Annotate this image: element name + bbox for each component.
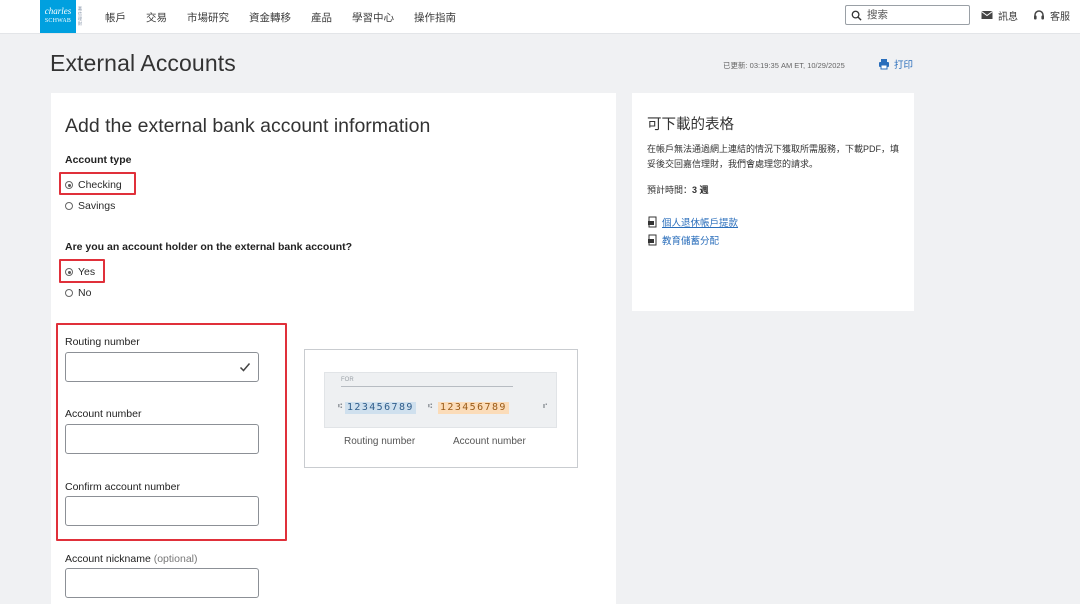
account-nickname-field[interactable] [65, 568, 259, 598]
nav-item-guide[interactable]: 操作指南 [414, 10, 456, 25]
micr-account-digits: 123456789 [438, 402, 509, 414]
account-type-label: Account type [65, 154, 132, 166]
support-label: 客服 [1050, 11, 1070, 23]
account-holder-question: Are you an account holder on the externa… [65, 241, 353, 253]
estimated-time-value: 3 週 [692, 185, 709, 195]
estimated-time: 預計時間：3 週 [647, 183, 709, 196]
check-memo-label: FOR [341, 377, 354, 383]
confirm-account-number-label: Confirm account number [65, 481, 180, 493]
nickname-label-text: Account nickname [65, 553, 151, 565]
account-number-input[interactable] [66, 425, 258, 453]
micr-transit-symbol: ⑆ [428, 402, 433, 410]
radio-checking-label: Checking [78, 179, 122, 191]
account-nickname-label: Account nickname (optional) [65, 553, 198, 565]
add-external-account-form: Add the external bank account informatio… [51, 93, 616, 604]
nav-item-trade[interactable]: 交易 [146, 10, 167, 25]
radio-selected-indicator [65, 268, 73, 276]
confirm-account-number-field[interactable] [65, 496, 259, 526]
radio-savings-label: Savings [78, 200, 116, 212]
micr-routing-digits: 123456789 [345, 402, 416, 414]
print-label: 打印 [894, 60, 914, 71]
envelope-icon [981, 11, 993, 19]
routing-number-input[interactable] [66, 353, 258, 381]
last-updated-timestamp: 已更新: 03:19:35 AM ET, 10/29/2025 [723, 61, 845, 70]
radio-savings[interactable]: Savings [65, 200, 115, 212]
micr-onus-symbol: ⑈ [543, 402, 548, 410]
routing-number-label: Routing number [65, 336, 140, 348]
top-navigation: charles SCHWAB 嘉信理財 帳戶 交易 市場研究 資金轉移 產品 學… [0, 0, 1080, 34]
headset-icon [1034, 10, 1044, 20]
routing-number-caption: Routing number [344, 436, 416, 447]
check-illustration: FOR ⑆ 123456789 ⑆ 123456789 ⑈ Routing nu… [304, 349, 578, 468]
optional-hint: (optional) [153, 553, 198, 565]
logo-tagline: 嘉信理財 [78, 6, 82, 26]
radio-no[interactable]: No [65, 287, 91, 299]
nav-item-learning[interactable]: 學習中心 [352, 10, 394, 25]
radio-yes-label: Yes [78, 266, 96, 278]
page-title: External Accounts [50, 50, 236, 76]
radio-no-label: No [78, 287, 92, 299]
search-icon [851, 10, 862, 21]
print-button[interactable]: 打印 [878, 57, 913, 71]
radio-selected-indicator [65, 181, 73, 189]
education-savings-form-link[interactable]: 教育儲蓄分配 [647, 233, 719, 247]
nav-item-products[interactable]: 產品 [311, 10, 332, 25]
nav-item-transfers[interactable]: 資金轉移 [249, 10, 291, 25]
search-input[interactable] [867, 9, 962, 21]
schwab-logo[interactable]: charles SCHWAB [40, 0, 76, 33]
account-number-field[interactable] [65, 424, 259, 454]
check-memo-line [341, 386, 513, 387]
ira-withdrawal-form-label: 個人退休帳戶提款 [662, 218, 739, 229]
messages-link[interactable]: 訊息 [981, 0, 1018, 30]
checkmark-icon [239, 363, 251, 372]
messages-label: 訊息 [998, 11, 1018, 23]
radio-unselected-indicator [65, 202, 73, 210]
radio-yes[interactable]: Yes [65, 266, 95, 278]
account-nickname-input[interactable] [66, 569, 258, 597]
form-heading: Add the external bank account informatio… [65, 115, 431, 137]
printer-icon [879, 59, 889, 70]
education-savings-form-label: 教育儲蓄分配 [662, 236, 720, 247]
support-link[interactable]: 客服 [1033, 0, 1070, 30]
confirm-account-number-input[interactable] [66, 497, 258, 525]
estimated-time-label: 預計時間： [647, 185, 693, 195]
radio-checking[interactable]: Checking [65, 179, 122, 191]
check-image: FOR ⑆ 123456789 ⑆ 123456789 ⑈ [324, 372, 557, 428]
account-number-caption: Account number [453, 436, 526, 447]
search-box[interactable] [845, 5, 970, 25]
micr-transit-symbol: ⑆ [338, 402, 343, 410]
downloadable-forms-description: 在帳戶無法通過網上連結的情況下獲取所需服務，下載PDF，填妥後交回嘉信理財，我們… [647, 144, 900, 169]
routing-number-field[interactable] [65, 352, 259, 382]
nav-item-accounts[interactable]: 帳戶 [105, 10, 126, 25]
account-number-label: Account number [65, 408, 142, 420]
pdf-document-icon [648, 216, 657, 228]
downloadable-forms-title: 可下載的表格 [647, 117, 734, 133]
main-menu: 帳戶 交易 市場研究 資金轉移 產品 學習中心 操作指南 [105, 0, 456, 34]
pdf-document-icon [648, 234, 657, 246]
downloadable-forms-panel: 可下載的表格 在帳戶無法通過網上連結的情況下獲取所需服務，下載PDF，填妥後交回… [632, 93, 914, 311]
radio-unselected-indicator [65, 289, 73, 297]
nav-item-research[interactable]: 市場研究 [187, 10, 229, 25]
ira-withdrawal-form-link[interactable]: 個人退休帳戶提款 [647, 215, 738, 229]
